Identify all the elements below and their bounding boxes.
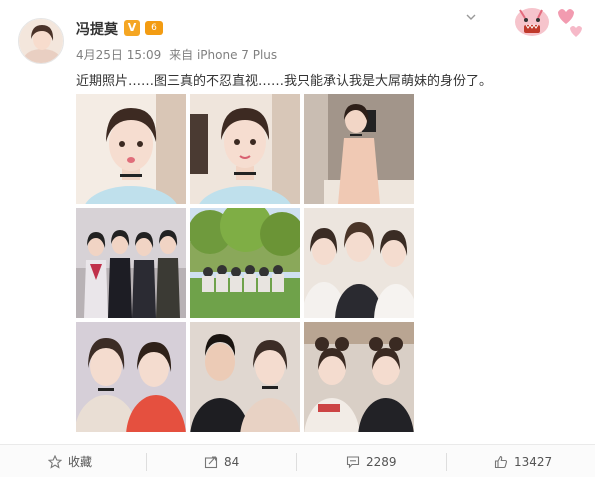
photo-3[interactable] — [304, 94, 414, 204]
verified-badge-icon: V — [124, 20, 140, 36]
comment-button[interactable]: 2289 — [346, 445, 397, 477]
chevron-down-icon[interactable] — [466, 12, 476, 22]
thumbs-up-icon — [494, 455, 508, 468]
post-date[interactable]: 4月25日 15:09 — [76, 48, 161, 62]
avatar[interactable] — [18, 18, 64, 64]
divider — [446, 453, 447, 471]
like-button[interactable]: 13427 — [494, 445, 552, 477]
post-source: 来自 iPhone 7 Plus — [169, 48, 278, 62]
action-bar: 收藏 84 2289 13427 — [0, 444, 595, 477]
photo-9[interactable] — [304, 322, 414, 432]
favorite-label: 收藏 — [68, 455, 93, 469]
repost-count: 84 — [224, 454, 240, 469]
star-icon — [48, 454, 62, 469]
weibo-post-card: 冯提莫 V 6 4月25日 15:09 来自 iPhone 7 Plus 近期照… — [0, 0, 595, 477]
divider — [296, 453, 297, 471]
like-count: 13427 — [514, 454, 553, 469]
repost-button[interactable]: 84 — [204, 445, 239, 477]
username[interactable]: 冯提莫 — [76, 19, 118, 39]
post-meta: 4月25日 15:09 来自 iPhone 7 Plus — [76, 46, 281, 63]
comment-icon — [346, 455, 360, 468]
photo-7[interactable] — [76, 322, 186, 432]
favorite-button[interactable]: 收藏 — [48, 445, 92, 477]
comment-count: 2289 — [366, 454, 397, 469]
mascot-sticker-icon — [515, 8, 582, 37]
photo-2[interactable] — [190, 94, 300, 204]
post-text: 近期照片……图三真的不忍直视……我只能承认我是大屌萌妹的身份了。 — [76, 74, 493, 89]
repost-icon — [204, 455, 218, 468]
photo-4[interactable] — [76, 208, 186, 318]
photo-grid — [76, 94, 414, 432]
photo-1[interactable] — [76, 94, 186, 204]
photo-5[interactable] — [190, 208, 300, 318]
level-badge-icon: 6 — [145, 21, 163, 35]
photo-6[interactable] — [304, 208, 414, 318]
photo-8[interactable] — [190, 322, 300, 432]
divider — [146, 453, 147, 471]
